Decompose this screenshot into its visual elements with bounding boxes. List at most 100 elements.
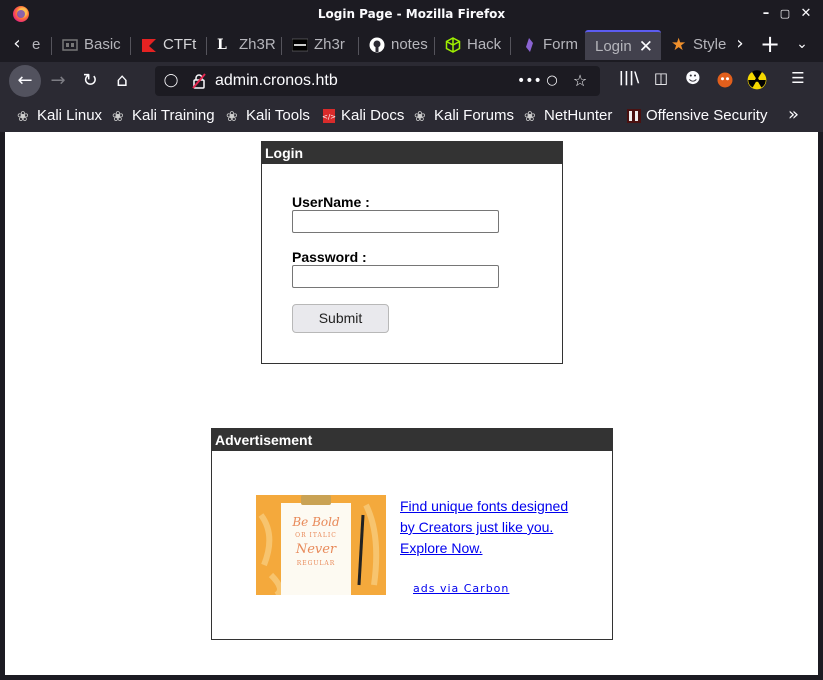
menu-hamburger-icon[interactable]: ☰ xyxy=(787,67,809,89)
ad-image-text: OR ITALIC xyxy=(295,532,337,539)
tab-7[interactable]: Hack xyxy=(437,30,507,60)
back-button[interactable]: ← xyxy=(9,65,41,97)
account-icon[interactable]: ☻ xyxy=(682,67,704,89)
tab-1[interactable]: e xyxy=(4,30,44,60)
kali-icon: ❀ xyxy=(17,108,29,124)
page-actions-icon[interactable]: ••• xyxy=(517,73,542,89)
kali-icon: ❀ xyxy=(414,108,426,124)
foxyproxy-extension-icon[interactable] xyxy=(715,70,735,90)
bookmark-label: Kali Tools xyxy=(246,107,310,124)
tab-9-active[interactable]: Login ✕ xyxy=(585,30,661,60)
library-icon[interactable]: |||\ xyxy=(618,67,640,89)
bookmark-nethunter[interactable]: ❀ NetHunter xyxy=(524,106,612,126)
star-icon: ★ xyxy=(671,35,687,54)
login-heading: Login xyxy=(262,142,562,164)
minimize-icon[interactable]: – xyxy=(758,6,774,22)
ad-image-text: Never xyxy=(295,542,337,557)
tab-label: Style xyxy=(693,36,727,53)
url-bar[interactable]: ◯ admin.cronos.htb ••• ○ ☆ xyxy=(155,66,600,96)
advertisement-heading: Advertisement xyxy=(212,429,612,451)
tab-label: Zh3r xyxy=(314,36,345,53)
tab-label: Form xyxy=(543,36,578,53)
tab-separator xyxy=(281,37,282,55)
tab-scroll-right-icon[interactable]: › xyxy=(727,28,753,62)
reload-icon[interactable]: ↻ xyxy=(74,65,106,97)
zh3r-icon xyxy=(292,38,308,52)
tab-separator xyxy=(434,37,435,55)
tab-4[interactable]: L Zh3R xyxy=(209,30,279,60)
tab-5[interactable]: Zh3r xyxy=(284,30,354,60)
url-text[interactable]: admin.cronos.htb xyxy=(215,72,338,90)
tab-10[interactable]: ★ Style xyxy=(663,30,729,60)
tab-label: Hack xyxy=(467,36,502,53)
tab-label: notes xyxy=(391,36,428,53)
tab-separator xyxy=(130,37,131,55)
bookmarks-toolbar: ❀ Kali Linux ❀ Kali Training ❀ Kali Tool… xyxy=(0,100,823,132)
nav-bar: ← → ↻ ⌂ ◯ admin.cronos.htb ••• ○ ☆ |||\ … xyxy=(0,62,823,100)
tab-separator xyxy=(51,37,52,55)
tab-separator xyxy=(510,37,511,55)
forward-button[interactable]: → xyxy=(42,65,74,97)
password-input[interactable] xyxy=(292,265,499,288)
basic-icon xyxy=(62,39,78,51)
ad-image-text: Be Bold xyxy=(292,515,340,529)
kali-icon: ❀ xyxy=(112,108,124,124)
sidebar-icon[interactable]: ◫ xyxy=(650,67,672,89)
tab-8[interactable]: Form xyxy=(513,30,583,60)
browser-window: Login Page - Mozilla Firefox – ▢ ✕ ‹ e B… xyxy=(0,0,823,680)
bookmark-kali-docs[interactable]: </> Kali Docs xyxy=(321,106,404,126)
ad-image-lettering: Be Bold OR ITALIC Never REGULAR xyxy=(281,515,351,571)
ad-image[interactable]: Be Bold OR ITALIC Never REGULAR xyxy=(256,495,386,595)
tab-separator xyxy=(358,37,359,55)
hackthebox-icon xyxy=(445,37,461,53)
list-all-tabs-icon[interactable]: ⌄ xyxy=(787,28,817,62)
bookmark-label: NetHunter xyxy=(544,107,613,124)
more-bookmarks-icon[interactable]: » xyxy=(788,104,799,125)
close-window-icon[interactable]: ✕ xyxy=(798,6,814,22)
bookmark-kali-forums[interactable]: ❀ Kali Forums xyxy=(414,106,514,126)
pocket-icon[interactable]: ○ xyxy=(544,73,560,89)
ads-via-carbon-link[interactable]: ads via Carbon xyxy=(413,582,509,595)
username-input[interactable] xyxy=(292,210,499,233)
bookmark-label: Kali Linux xyxy=(37,107,103,124)
kali-icon: ❀ xyxy=(226,108,238,124)
close-tab-icon[interactable]: ✕ xyxy=(639,32,653,60)
tab-separator xyxy=(206,37,207,55)
bookmark-kali-training[interactable]: ❀ Kali Training xyxy=(112,106,215,126)
title-bar: Login Page - Mozilla Firefox – ▢ ✕ xyxy=(0,0,823,28)
tab-label: Zh3R xyxy=(239,36,276,53)
advertisement-panel: Advertisement Be Bold OR ITALIC Never RE… xyxy=(211,428,613,640)
radiation-extension-icon[interactable] xyxy=(747,70,767,90)
bookmark-label: Kali Training xyxy=(132,107,215,124)
tab-2[interactable]: Basic xyxy=(54,30,124,60)
kali-icon: ❀ xyxy=(524,108,536,124)
username-label: UserName : xyxy=(292,194,370,210)
maximize-icon[interactable]: ▢ xyxy=(777,6,793,22)
tab-label: Basic xyxy=(84,36,121,53)
bookmark-star-icon[interactable]: ☆ xyxy=(572,73,588,89)
offsec-icon xyxy=(627,109,641,123)
crystal-icon xyxy=(526,38,533,52)
insecure-lock-icon[interactable] xyxy=(191,73,207,89)
bookmark-offensive-security[interactable]: Offensive Security xyxy=(626,106,767,126)
ctf-icon xyxy=(142,39,156,52)
tab-3[interactable]: CTFt xyxy=(133,30,203,60)
bookmark-kali-linux[interactable]: ❀ Kali Linux xyxy=(17,106,102,126)
new-tab-icon[interactable]: + xyxy=(755,28,785,62)
tab-label: e xyxy=(32,36,41,53)
login-panel: Login UserName : Password : Submit xyxy=(261,141,563,364)
ad-image-text: REGULAR xyxy=(296,560,336,567)
tracking-protection-shield-icon[interactable]: ◯ xyxy=(163,73,179,89)
bookmark-label: Kali Docs xyxy=(341,107,405,124)
bookmark-kali-tools[interactable]: ❀ Kali Tools xyxy=(226,106,310,126)
ad-link[interactable]: Find unique fonts designed by Creators j… xyxy=(400,496,570,559)
home-icon[interactable]: ⌂ xyxy=(106,65,138,97)
bookmark-label: Offensive Security xyxy=(646,107,768,124)
submit-button[interactable]: Submit xyxy=(292,304,389,333)
bookmark-label: Kali Forums xyxy=(434,107,515,124)
page-content: Login UserName : Password : Submit Adver… xyxy=(5,132,818,675)
l-icon: L xyxy=(217,37,227,53)
github-icon xyxy=(369,37,385,53)
svg-text:</>: </> xyxy=(322,113,336,121)
tab-6[interactable]: notes xyxy=(361,30,431,60)
